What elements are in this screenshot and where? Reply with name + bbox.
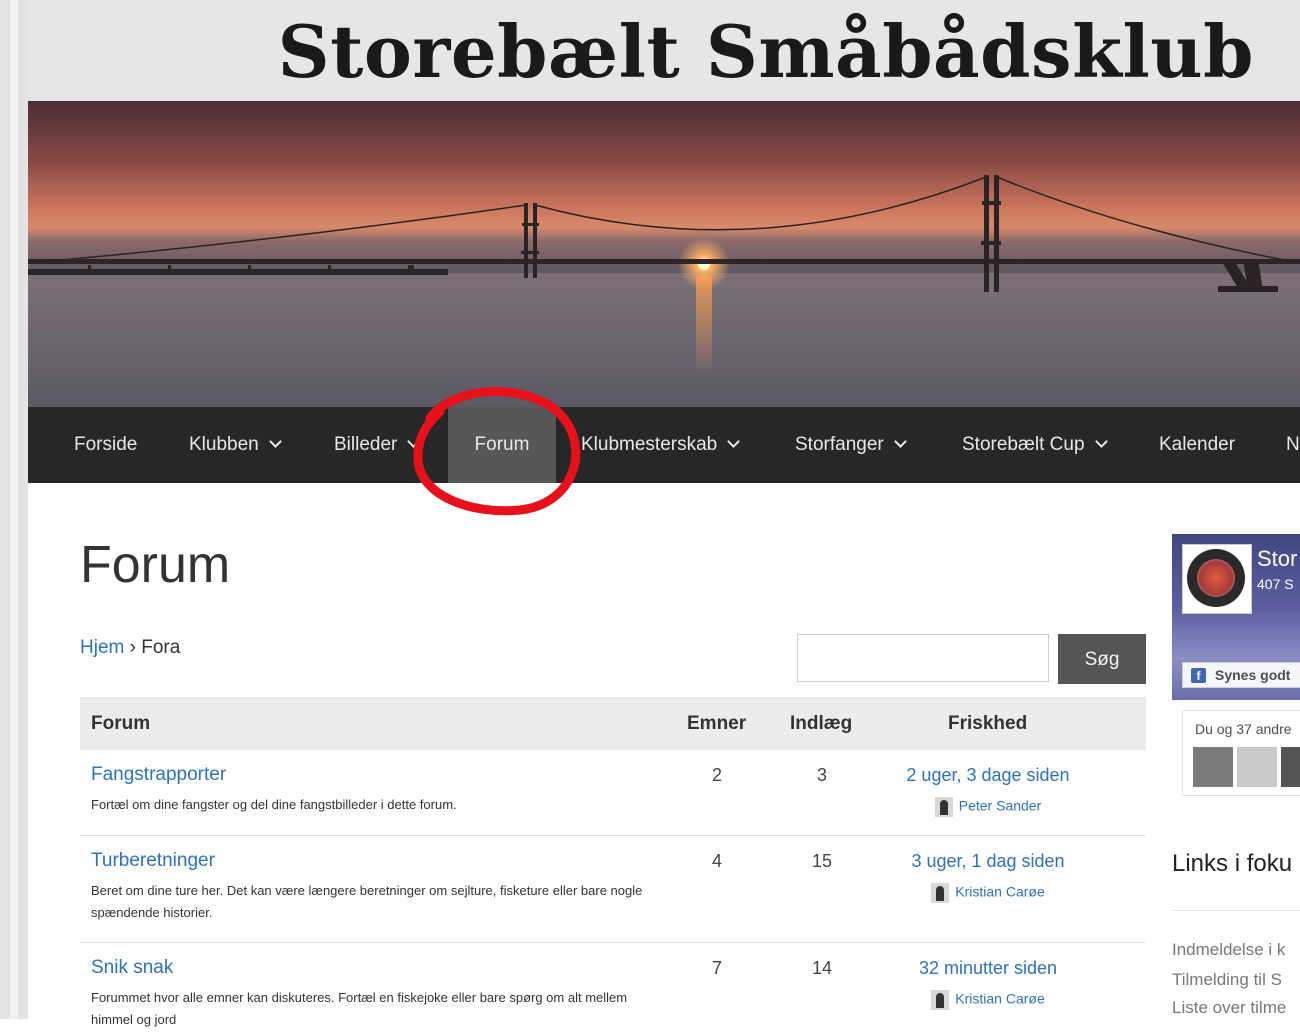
posts-count: 3 xyxy=(816,765,827,785)
topics-count: 2 xyxy=(711,765,722,785)
nav-item-billeder[interactable]: Billeder xyxy=(334,407,421,483)
column-header-topics: Emner xyxy=(687,713,747,734)
breadcrumb: Hjem › Fora xyxy=(80,637,180,659)
search-input[interactable] xyxy=(797,634,1049,682)
divider xyxy=(1172,910,1300,911)
freshness-link[interactable]: 32 minutter siden xyxy=(870,958,1106,979)
user-avatar xyxy=(931,883,950,903)
user-link[interactable]: Kristian Carøe xyxy=(955,884,1044,900)
forum-link-snik-snak[interactable]: Snik snak xyxy=(91,957,173,979)
site-header: Storebælt Småbådsklub xyxy=(28,0,1300,101)
nav-item-more[interactable]: N xyxy=(1286,407,1300,483)
column-header-forum: Forum xyxy=(91,713,151,734)
site-title[interactable]: Storebælt Småbådsklub xyxy=(278,2,1254,102)
sidebar-link[interactable]: Liste over tilme xyxy=(1172,998,1286,1018)
facebook-icon: f xyxy=(1191,668,1206,683)
bridge-sunset-illustration xyxy=(28,101,1300,407)
friend-avatar[interactable] xyxy=(1237,747,1277,787)
nav-item-kalender[interactable]: Kalender xyxy=(1159,407,1235,483)
forum-description: Fortæl om dine fangster og del dine fang… xyxy=(91,797,457,812)
facebook-page-name[interactable]: Stor xyxy=(1257,546,1297,572)
freshness-link[interactable]: 2 uger, 3 dage siden xyxy=(870,765,1106,786)
friend-avatar[interactable] xyxy=(1193,747,1233,787)
nav-item-klubben[interactable]: Klubben xyxy=(189,407,282,483)
chevron-down-icon xyxy=(1094,435,1108,448)
sidebar-link[interactable]: Tilmelding til S xyxy=(1172,970,1282,990)
column-header-freshness: Friskhed xyxy=(948,713,1028,734)
nav-item-forum[interactable]: Forum xyxy=(448,407,556,483)
chevron-down-icon xyxy=(407,435,421,448)
page-title: Forum xyxy=(80,536,231,594)
links-heading: Links i foku xyxy=(1172,850,1293,877)
forum-table: Forum Emner Indlæg Friskhed Fangstrappor… xyxy=(80,697,1146,1033)
sidebar-link[interactable]: Indmeldelse i k xyxy=(1172,940,1285,960)
forum-description: Forummet hvor alle emner kan diskuteres.… xyxy=(91,990,628,1027)
chevron-down-icon xyxy=(727,435,741,448)
column-header-posts: Indlæg xyxy=(790,713,853,734)
table-row: Turberetninger Beret om dine ture her. D… xyxy=(80,836,1146,943)
chevron-down-icon xyxy=(893,435,907,448)
forum-description: Beret om dine ture her. Det kan være læn… xyxy=(91,883,643,920)
main-navigation: Forside Klubben Billeder Forum Klubmeste… xyxy=(28,407,1300,483)
forum-table-header: Forum Emner Indlæg Friskhed xyxy=(80,697,1146,750)
search-button[interactable]: Søg xyxy=(1058,634,1146,684)
nav-item-klubmesterskab[interactable]: Klubmesterskab xyxy=(581,407,741,483)
facebook-friends-box: Du og 37 andre xyxy=(1182,710,1300,796)
forum-link-fangstrapporter[interactable]: Fangstrapporter xyxy=(91,764,226,786)
user-link[interactable]: Peter Sander xyxy=(959,798,1042,814)
forum-link-turberetninger[interactable]: Turberetninger xyxy=(91,850,215,872)
table-row: Snik snak Forummet hvor alle emner kan d… xyxy=(80,943,1146,1033)
posts-count: 14 xyxy=(811,958,833,978)
topics-count: 7 xyxy=(711,958,722,978)
nav-item-forside[interactable]: Forside xyxy=(74,407,137,483)
table-row: Fangstrapporter Fortæl om dine fangster … xyxy=(80,750,1146,836)
facebook-page-widget: Stor 407 S f Synes godt Du og 37 andre xyxy=(1172,534,1300,804)
club-logo[interactable] xyxy=(1182,544,1252,614)
user-avatar xyxy=(931,990,950,1010)
friend-avatar[interactable] xyxy=(1281,747,1300,787)
nav-item-storebaelt-cup[interactable]: Storebælt Cup xyxy=(962,407,1108,483)
chevron-down-icon xyxy=(268,435,282,448)
posts-count: 15 xyxy=(811,851,833,871)
header-banner-image xyxy=(28,101,1300,407)
user-link[interactable]: Kristian Carøe xyxy=(955,991,1044,1007)
breadcrumb-home-link[interactable]: Hjem xyxy=(80,637,124,658)
breadcrumb-separator: › xyxy=(129,637,136,658)
topics-count: 4 xyxy=(711,851,722,871)
facebook-like-button[interactable]: f Synes godt xyxy=(1182,662,1300,688)
nav-item-storfanger[interactable]: Storfanger xyxy=(795,407,907,483)
facebook-followers: 407 S xyxy=(1257,576,1294,592)
breadcrumb-current: Fora xyxy=(141,637,181,658)
user-avatar xyxy=(934,797,953,817)
facebook-friends-text: Du og 37 andre xyxy=(1195,721,1292,737)
facebook-cover-photo[interactable]: Stor 407 S f Synes godt xyxy=(1172,534,1300,700)
left-gutter xyxy=(0,0,28,1019)
freshness-link[interactable]: 3 uger, 1 dag siden xyxy=(870,851,1106,872)
